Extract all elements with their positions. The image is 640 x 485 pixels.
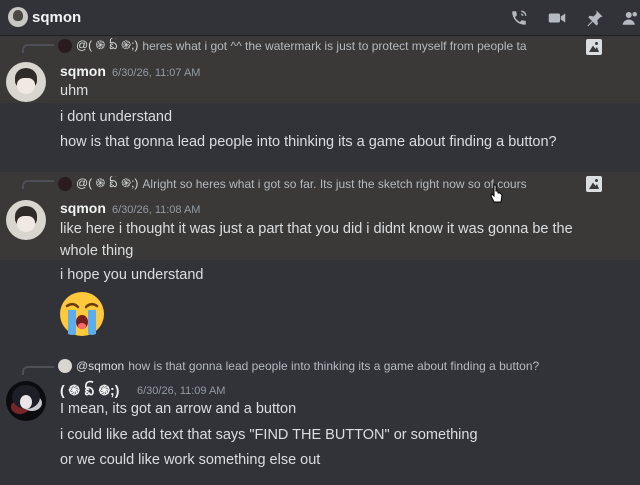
members-icon[interactable] <box>622 9 640 27</box>
video-call-icon[interactable] <box>548 9 566 27</box>
reply-author[interactable]: @( ֍ ᨺ ֍;) <box>76 176 138 192</box>
reply-author[interactable]: @( ֍ ᨺ ֍;) <box>76 38 138 54</box>
avatar[interactable] <box>6 62 46 102</box>
message-author[interactable]: sqmon <box>60 63 106 79</box>
loudly-crying-face-emoji[interactable] <box>58 290 106 338</box>
message-text: like here i thought it was just a part t… <box>60 221 573 259</box>
message-text: i hope you understand <box>60 267 204 283</box>
avatar[interactable] <box>6 381 46 421</box>
message-group: @( ֍ ᨺ ֍;) Alright so heres what i got s… <box>0 172 640 260</box>
dm-user-avatar[interactable] <box>8 7 28 27</box>
reply-avatar <box>58 39 72 53</box>
image-attachment-icon <box>586 176 602 192</box>
message-timestamp: 6/30/26, 11:08 AM <box>112 204 201 216</box>
message-text: I mean, its got an arrow and a button <box>60 401 297 417</box>
reply-text: how is that gonna lead people into think… <box>128 359 540 373</box>
channel-title[interactable]: sqmon <box>32 9 81 26</box>
image-attachment-icon <box>586 39 602 55</box>
reply-preview[interactable]: @( ֍ ᨺ ֍;) Alright so heres what i got s… <box>58 176 527 192</box>
reply-avatar <box>58 177 72 191</box>
message-text: uhm <box>60 83 89 99</box>
message-text: how is that gonna lead people into think… <box>60 134 557 150</box>
pin-icon[interactable] <box>586 9 604 27</box>
reply-author[interactable]: @sqmon <box>76 359 124 373</box>
reply-preview[interactable]: @( ֍ ᨺ ֍;) heres what i got ^^ the water… <box>58 38 527 54</box>
message-text: i dont understand <box>60 109 173 125</box>
reply-preview[interactable]: @sqmon how is that gonna lead people int… <box>58 358 539 374</box>
message-text: i could like add text that says "FIND TH… <box>60 427 478 443</box>
message-text: or we could like work something else out <box>60 452 321 468</box>
avatar[interactable] <box>6 200 46 240</box>
channel-header: sqmon <box>0 0 640 36</box>
message-group: @( ֍ ᨺ ֍;) heres what i got ^^ the water… <box>0 36 640 103</box>
phone-call-icon[interactable] <box>510 9 528 27</box>
reply-connector <box>22 366 54 375</box>
reply-avatar <box>58 359 72 373</box>
message-author[interactable]: sqmon <box>60 200 106 216</box>
message-timestamp: 6/30/26, 11:07 AM <box>112 67 201 79</box>
message-timestamp: 6/30/26, 11:09 AM <box>137 385 226 397</box>
reply-text: heres what i got ^^ the watermark is jus… <box>142 39 527 53</box>
mouse-cursor-icon <box>490 184 503 203</box>
reply-text: Alright so heres what i got so far. Its … <box>142 177 527 191</box>
